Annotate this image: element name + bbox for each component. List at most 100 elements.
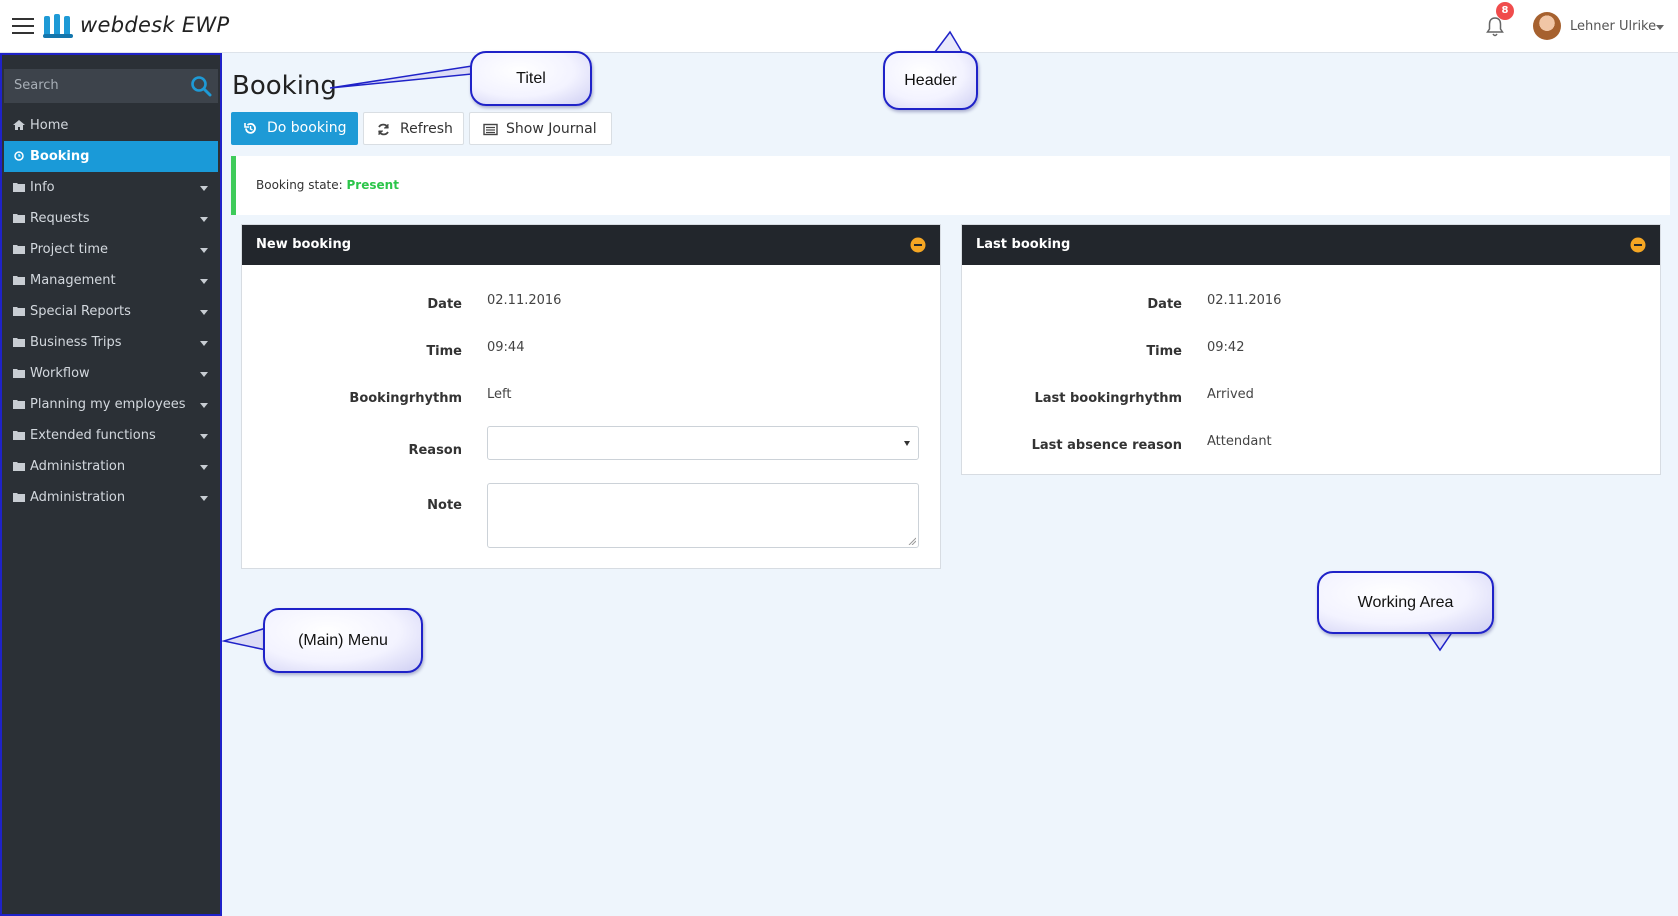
caret-down-icon (200, 248, 208, 253)
sidebar-item-business-trips[interactable]: Business Trips (4, 327, 218, 358)
booking-state: Booking state: Present (256, 178, 399, 192)
sidebar-item-label: Special Reports (30, 304, 131, 319)
header-bar: webdesk EWP 8 Lehner Ulrike (0, 0, 1678, 53)
show-journal-button[interactable]: Show Journal (469, 112, 612, 145)
app-name: webdesk EWP (80, 13, 230, 37)
caret-down-icon (200, 279, 208, 284)
callout-working-area: Working Area (1317, 571, 1494, 634)
avatar[interactable] (1533, 12, 1561, 40)
folder-icon (13, 307, 25, 316)
last-time-label: Time (1146, 344, 1182, 359)
hamburger-menu-icon[interactable] (12, 18, 34, 36)
collapse-icon[interactable] (1630, 237, 1646, 253)
refresh-label: Refresh (400, 121, 453, 137)
journal-list-icon (483, 123, 498, 136)
last-bookingrhythm-label: Last bookingrhythm (1034, 391, 1182, 406)
panel-title: Last booking (976, 237, 1071, 252)
chevron-down-icon[interactable] (1656, 25, 1664, 30)
booking-state-value: Present (346, 178, 399, 192)
search-input[interactable]: Search (4, 69, 218, 103)
chevron-down-icon (904, 441, 910, 446)
folder-icon (13, 276, 25, 285)
sidebar-item-label: Home (30, 118, 69, 133)
show-journal-label: Show Journal (506, 121, 597, 137)
sidebar-item-special-reports[interactable]: Special Reports (4, 296, 218, 327)
note-textarea[interactable] (487, 483, 919, 548)
last-absence-reason-value: Attendant (1207, 434, 1272, 449)
new-booking-panel: New booking Date 02.11.2016 Time 09:44 B… (241, 224, 941, 569)
folder-icon (13, 338, 25, 347)
callout-main-menu: (Main) Menu (263, 608, 423, 673)
caret-down-icon (200, 434, 208, 439)
last-date-value: 02.11.2016 (1207, 293, 1282, 308)
sidebar-item-label: Workflow (30, 366, 90, 381)
booking-state-bar: Booking state: Present (231, 156, 1670, 215)
sidebar-item-label: Administration (30, 459, 126, 474)
bookingrhythm-value: Left (487, 387, 512, 402)
folder-icon (13, 462, 25, 471)
new-booking-header: New booking (242, 225, 940, 265)
last-absence-reason-label: Last absence reason (1031, 438, 1182, 453)
sidebar-item-extended-functions[interactable]: Extended functions (4, 420, 218, 451)
reason-label: Reason (408, 443, 462, 458)
search-placeholder: Search (14, 78, 59, 93)
sidebar-item-administration[interactable]: Administration (4, 451, 218, 482)
folder-icon (13, 431, 25, 440)
page-title: Booking (232, 71, 337, 101)
sidebar-item-label: Business Trips (30, 335, 122, 350)
do-booking-button[interactable]: Do booking (231, 112, 358, 145)
caret-down-icon (200, 186, 208, 191)
refresh-icon (378, 123, 389, 136)
caret-down-icon (200, 403, 208, 408)
resize-grip-icon[interactable] (908, 537, 916, 545)
bookingrhythm-label: Bookingrhythm (349, 391, 462, 406)
folder-icon (13, 493, 25, 502)
sidebar-item-home[interactable]: Home (4, 110, 218, 141)
date-label: Date (427, 297, 462, 312)
folder-icon (13, 369, 25, 378)
sidebar-item-planning-my-employees[interactable]: Planning my employees (4, 389, 218, 420)
search-icon[interactable] (190, 75, 212, 97)
collapse-icon[interactable] (910, 237, 926, 253)
sidebar-item-workflow[interactable]: Workflow (4, 358, 218, 389)
sidebar-item-management[interactable]: Management (4, 265, 218, 296)
refresh-button[interactable]: Refresh (363, 112, 464, 145)
last-bookingrhythm-value: Arrived (1207, 387, 1254, 402)
sidebar-item-administration-2[interactable]: Administration (4, 482, 218, 513)
time-label: Time (426, 344, 462, 359)
caret-down-icon (200, 341, 208, 346)
callout-titel: Titel (470, 51, 592, 106)
sidebar-item-info[interactable]: Info (4, 172, 218, 203)
panel-title: New booking (256, 237, 352, 252)
folder-icon (13, 214, 25, 223)
sidebar-item-booking[interactable]: Booking (4, 141, 218, 172)
caret-down-icon (200, 496, 208, 501)
caret-down-icon (200, 465, 208, 470)
sidebar-item-label: Administration (30, 490, 126, 505)
main-menu-sidebar: Search Home Booking Info Requests Projec… (0, 53, 222, 916)
sidebar-item-label: Management (30, 273, 116, 288)
history-icon (244, 122, 256, 134)
sidebar-item-project-time[interactable]: Project time (4, 234, 218, 265)
sidebar-item-label: Booking (30, 149, 90, 164)
caret-down-icon (200, 217, 208, 222)
date-value: 02.11.2016 (487, 293, 562, 308)
callout-header: Header (883, 51, 978, 110)
booking-state-label: Booking state: (256, 178, 343, 192)
notification-badge[interactable]: 8 (1496, 2, 1514, 20)
sidebar-item-label: Planning my employees (30, 397, 186, 412)
caret-down-icon (200, 372, 208, 377)
folder-icon (13, 245, 25, 254)
reason-select[interactable] (487, 426, 919, 460)
last-date-label: Date (1147, 297, 1182, 312)
time-value: 09:44 (487, 340, 525, 355)
note-label: Note (427, 498, 462, 513)
sidebar-item-requests[interactable]: Requests (4, 203, 218, 234)
last-booking-header: Last booking (962, 225, 1660, 265)
last-time-value: 09:42 (1207, 340, 1245, 355)
user-name[interactable]: Lehner Ulrike (1570, 19, 1656, 34)
sidebar-item-label: Info (30, 180, 55, 195)
sidebar-item-label: Requests (30, 211, 90, 226)
menu-list: Home Booking Info Requests Project time … (4, 110, 218, 513)
webdesk-logo-icon (43, 14, 73, 38)
